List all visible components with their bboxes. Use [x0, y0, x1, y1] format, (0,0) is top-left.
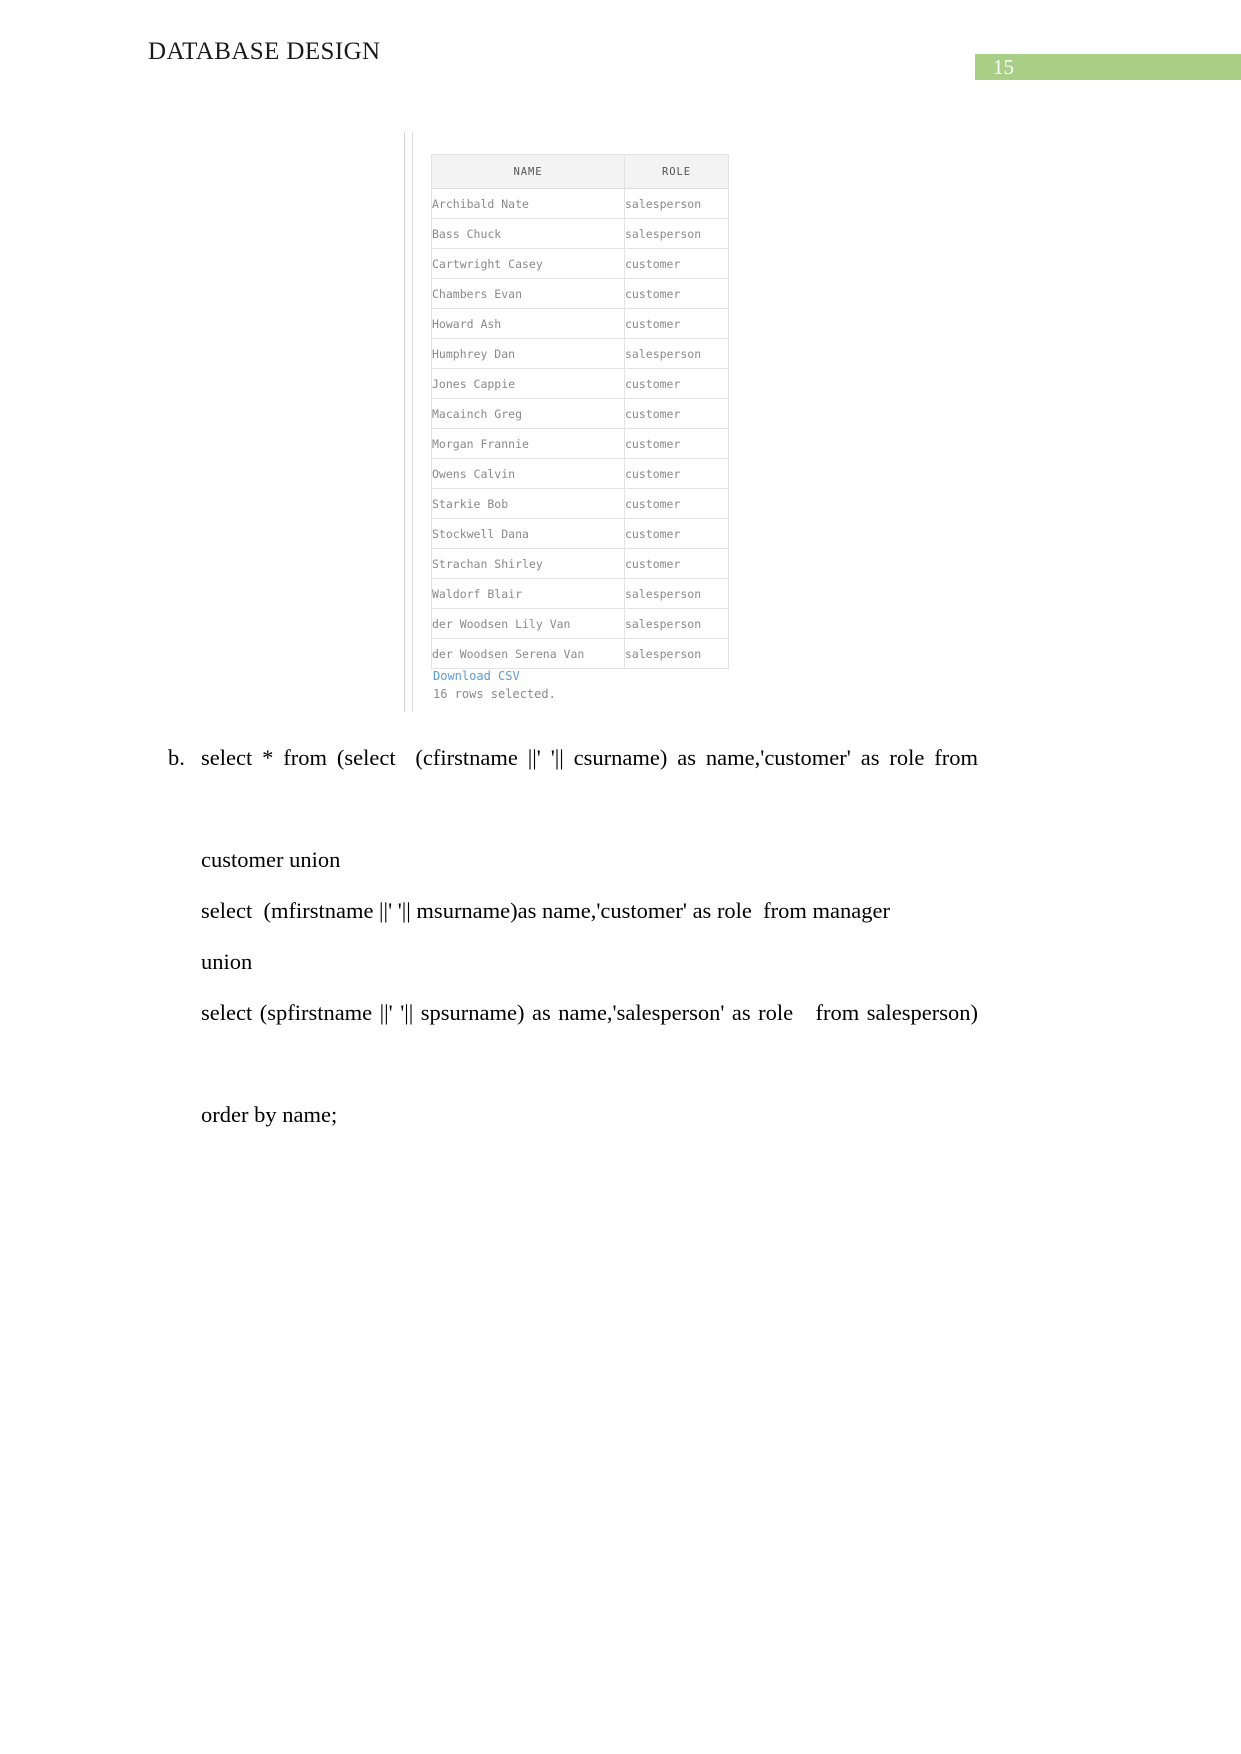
- cell-role: customer: [624, 518, 729, 549]
- cell-name: Bass Chuck: [431, 218, 625, 249]
- table-row: Howard Ash customer: [431, 308, 729, 339]
- column-header-name[interactable]: NAME: [431, 154, 625, 189]
- cell-role: salesperson: [624, 608, 729, 639]
- cell-role: customer: [624, 488, 729, 519]
- cell-name: Macainch Greg: [431, 398, 625, 429]
- cell-role: customer: [624, 308, 729, 339]
- rows-selected-status: 16 rows selected.: [433, 687, 556, 701]
- cell-name: Starkie Bob: [431, 488, 625, 519]
- cell-role: salesperson: [624, 218, 729, 249]
- cell-role: salesperson: [624, 638, 729, 669]
- cell-name: Morgan Frannie: [431, 428, 625, 459]
- sql-line: order by name;: [201, 1102, 338, 1127]
- cell-role: customer: [624, 278, 729, 309]
- cell-name: Cartwright Casey: [431, 248, 625, 279]
- cell-name: der Woodsen Serena Van: [431, 638, 625, 669]
- table-header-row: NAME ROLE: [431, 154, 729, 189]
- sql-line: customer union: [201, 847, 341, 872]
- table-row: Waldorf Blair salesperson: [431, 578, 729, 609]
- table-row: Morgan Frannie customer: [431, 428, 729, 459]
- list-marker: b.: [168, 745, 185, 770]
- cell-role: customer: [624, 548, 729, 579]
- table-row: Bass Chuck salesperson: [431, 218, 729, 249]
- cell-role: customer: [624, 248, 729, 279]
- sql-statement: select * from (select (cfirstname ||' '|…: [201, 732, 978, 1140]
- page-number-badge: 15: [975, 54, 1241, 80]
- table-row: Stockwell Dana customer: [431, 518, 729, 549]
- table-row: der Woodsen Lily Van salesperson: [431, 608, 729, 639]
- cell-name: Strachan Shirley: [431, 548, 625, 579]
- page-header: DATABASE DESIGN 15: [0, 38, 1241, 80]
- cell-name: Howard Ash: [431, 308, 625, 339]
- table-row: Cartwright Casey customer: [431, 248, 729, 279]
- page-number: 15: [993, 55, 1014, 79]
- cell-name: Jones Cappie: [431, 368, 625, 399]
- cell-name: Archibald Nate: [431, 188, 625, 219]
- sql-line: union: [201, 949, 253, 974]
- download-csv-link[interactable]: Download CSV: [433, 668, 556, 685]
- column-header-role[interactable]: ROLE: [624, 154, 729, 189]
- result-table: NAME ROLE Archibald Nate salesperson Bas…: [431, 154, 729, 669]
- cell-name: der Woodsen Lily Van: [431, 608, 625, 639]
- table-row: Humphrey Dan salesperson: [431, 338, 729, 369]
- table-row: Chambers Evan customer: [431, 278, 729, 309]
- sql-line: select * from (select (cfirstname ||' '|…: [201, 745, 978, 770]
- sql-list-item: b. select * from (select (cfirstname ||'…: [168, 732, 978, 1140]
- table-row: Strachan Shirley customer: [431, 548, 729, 579]
- cell-name: Stockwell Dana: [431, 518, 625, 549]
- screenshot-left-rail-outer: [404, 132, 405, 712]
- page-title: DATABASE DESIGN: [148, 38, 381, 65]
- cell-name: Humphrey Dan: [431, 338, 625, 369]
- table-row: Starkie Bob customer: [431, 488, 729, 519]
- cell-role: salesperson: [624, 338, 729, 369]
- sql-line: select (mfirstname ||' '|| msurname)as n…: [201, 898, 890, 923]
- table-row: Owens Calvin customer: [431, 458, 729, 489]
- table-row: Archibald Nate salesperson: [431, 188, 729, 219]
- cell-role: customer: [624, 368, 729, 399]
- table-row: Jones Cappie customer: [431, 368, 729, 399]
- cell-role: customer: [624, 458, 729, 489]
- cell-role: customer: [624, 398, 729, 429]
- cell-role: salesperson: [624, 578, 729, 609]
- cell-name: Owens Calvin: [431, 458, 625, 489]
- table-row: Macainch Greg customer: [431, 398, 729, 429]
- cell-role: salesperson: [624, 188, 729, 219]
- screenshot-left-rail-inner: [412, 132, 413, 712]
- result-table-body: Archibald Nate salesperson Bass Chuck sa…: [431, 188, 729, 669]
- sql-line: select (spfirstname ||' '|| spsurname) a…: [201, 1000, 978, 1025]
- result-footer: Download CSV 16 rows selected.: [433, 668, 556, 704]
- cell-role: customer: [624, 428, 729, 459]
- cell-name: Chambers Evan: [431, 278, 625, 309]
- table-row: der Woodsen Serena Van salesperson: [431, 638, 729, 669]
- cell-name: Waldorf Blair: [431, 578, 625, 609]
- query-result-screenshot: NAME ROLE Archibald Nate salesperson Bas…: [404, 132, 734, 712]
